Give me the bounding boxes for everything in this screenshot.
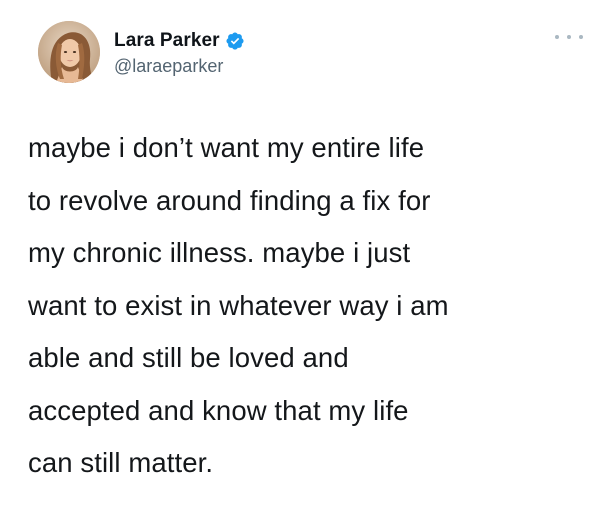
tweet-text-line: want to exist in whatever way i am	[28, 289, 449, 321]
avatar-photo	[38, 21, 100, 83]
more-dot	[567, 35, 571, 39]
verified-badge-icon	[225, 31, 245, 51]
tweet-text-line: able and still be loved and	[28, 342, 349, 373]
avatar[interactable]	[38, 21, 100, 83]
more-options-icon[interactable]	[555, 30, 583, 44]
tweet-text-line: my chronic illness. maybe i just	[28, 237, 411, 268]
more-dot	[555, 35, 559, 39]
tweet-card: Lara Parker @laraeparker maybe i don’t w…	[0, 0, 613, 505]
tweet-text-line: can still matter.	[28, 447, 214, 478]
tweet-text-line: accepted and know that my life	[28, 394, 409, 426]
name-row: Lara Parker	[114, 28, 245, 54]
tweet-header: Lara Parker @laraeparker	[38, 14, 245, 90]
tweet-text-line: maybe i don’t want my entire life	[28, 132, 425, 163]
more-dot	[579, 35, 583, 39]
author-block: Lara Parker @laraeparker	[114, 28, 245, 77]
display-name[interactable]: Lara Parker	[114, 30, 220, 52]
tweet-text: maybe i don’t want my entire life to rev…	[28, 122, 598, 490]
author-handle[interactable]: @laraeparker	[114, 56, 245, 77]
tweet-text-line: to revolve around finding a fix for	[28, 184, 431, 216]
